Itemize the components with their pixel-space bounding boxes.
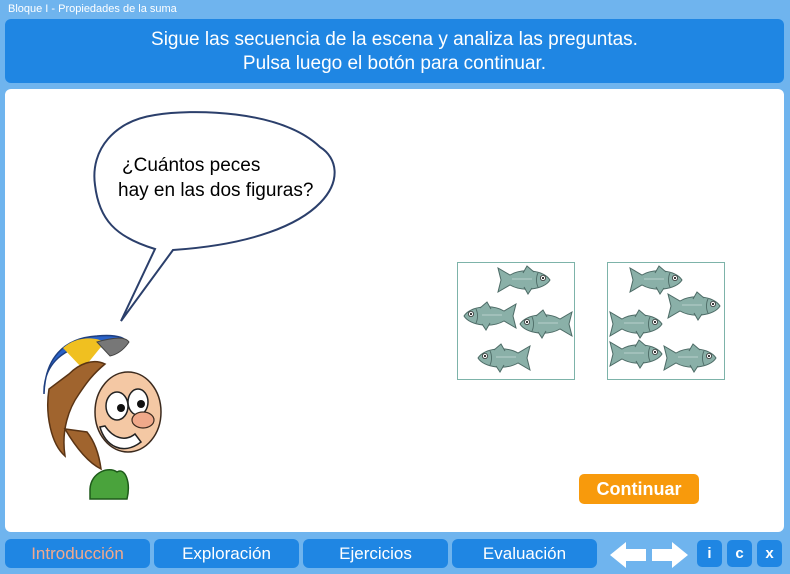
close-button[interactable]: x bbox=[757, 540, 782, 567]
window-title: Bloque I - Propiedades de la suma bbox=[0, 0, 790, 18]
instructions-banner: Sigue las secuencia de la escena y anali… bbox=[5, 19, 784, 83]
fish-icon bbox=[463, 301, 517, 331]
instructions-line-1: Sigue las secuencia de la escena y anali… bbox=[151, 29, 638, 50]
speech-line-1: ¿Cuántos peces bbox=[122, 155, 261, 176]
tab-introduccion[interactable]: Introducción bbox=[5, 539, 150, 568]
arrow-left-icon[interactable] bbox=[608, 540, 648, 570]
credits-button[interactable]: c bbox=[727, 540, 752, 567]
arrow-right-icon[interactable] bbox=[650, 540, 690, 570]
boy-with-cap-icon bbox=[43, 334, 162, 500]
instructions-line-2: Pulsa luego el botón para continuar. bbox=[242, 53, 547, 74]
scene-panel: ¿Cuántos peces hay en las dos figuras? C… bbox=[5, 89, 784, 532]
tab-evaluacion[interactable]: Evaluación bbox=[452, 539, 597, 568]
tab-ejercicios[interactable]: Ejercicios bbox=[303, 539, 448, 568]
fish-figure-2 bbox=[607, 262, 725, 380]
speech-bubble bbox=[93, 111, 336, 322]
bottom-nav: Introducción Exploración Ejercicios Eval… bbox=[0, 536, 790, 574]
fish-figure-1 bbox=[457, 262, 575, 380]
speech-text: ¿Cuántos peces hay en las dos figuras? bbox=[118, 153, 358, 203]
speech-line-2: hay en las dos figuras? bbox=[118, 180, 314, 201]
tab-exploracion[interactable]: Exploración bbox=[154, 539, 299, 568]
continue-button[interactable]: Continuar bbox=[579, 474, 699, 504]
info-button[interactable]: i bbox=[697, 540, 722, 567]
